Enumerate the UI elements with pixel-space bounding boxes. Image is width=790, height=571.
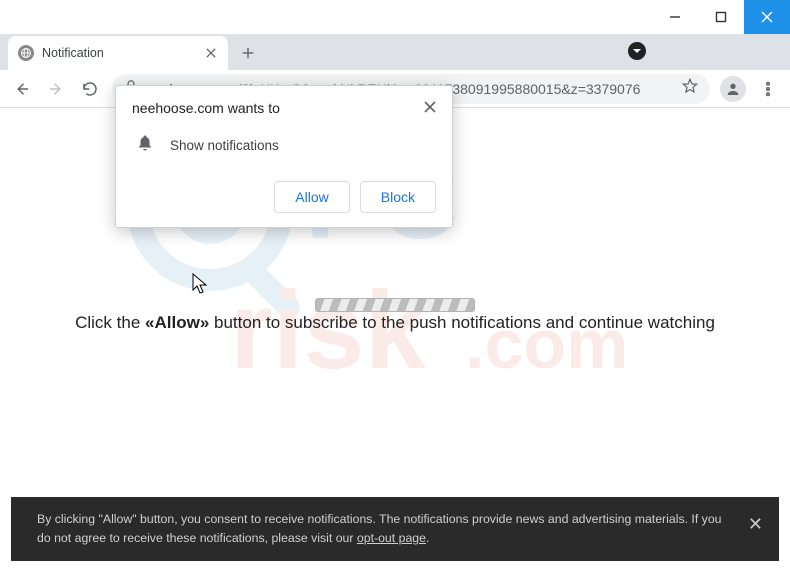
window-minimize-button[interactable]: [652, 0, 698, 34]
tab-strip: Notification: [0, 34, 790, 70]
new-tab-button[interactable]: [234, 39, 262, 67]
window-close-button[interactable]: [744, 0, 790, 34]
consent-text: By clicking "Allow" button, you consent …: [37, 512, 722, 545]
reload-button[interactable]: [74, 73, 106, 105]
profile-avatar[interactable]: [720, 76, 746, 102]
consent-close-button[interactable]: ✕: [748, 511, 763, 539]
bookmark-star-icon[interactable]: [682, 78, 698, 99]
opt-out-link[interactable]: opt-out page: [357, 531, 426, 545]
loading-bar: [315, 298, 475, 312]
permission-close-button[interactable]: [424, 100, 436, 118]
window-titlebar: [0, 0, 790, 34]
tab-close-button[interactable]: [204, 46, 218, 60]
notification-permission-dialog: neehoose.com wants to Show notifications…: [115, 85, 453, 228]
globe-icon: [18, 45, 34, 61]
instruction-text: Click the «Allow» button to subscribe to…: [0, 313, 790, 333]
tab-title: Notification: [42, 46, 196, 60]
consent-banner: By clicking "Allow" button, you consent …: [11, 497, 779, 561]
allow-button[interactable]: Allow: [274, 181, 349, 213]
block-button[interactable]: Block: [360, 181, 436, 213]
extension-icon[interactable]: [628, 42, 646, 60]
bell-icon: [136, 134, 154, 157]
forward-button[interactable]: [40, 73, 72, 105]
window-maximize-button[interactable]: [698, 0, 744, 34]
back-button[interactable]: [6, 73, 38, 105]
permission-item-label: Show notifications: [170, 138, 279, 153]
mouse-cursor-icon: [192, 273, 208, 300]
permission-title: neehoose.com wants to: [132, 100, 280, 116]
kebab-menu-button[interactable]: [752, 73, 784, 105]
browser-tab[interactable]: Notification: [8, 36, 228, 70]
